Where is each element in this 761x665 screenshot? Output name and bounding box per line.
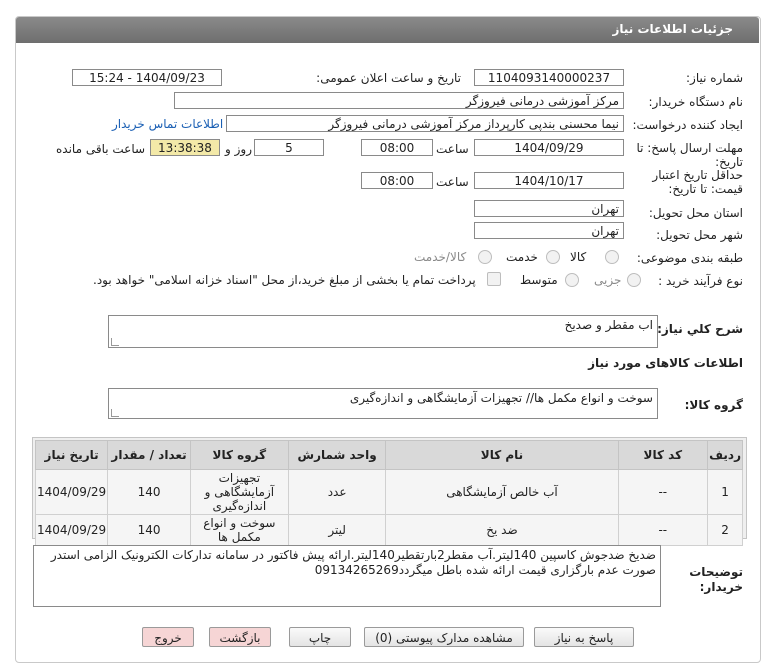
deadline-label-line1: مهلت ارسال پاسخ: تا [636, 141, 743, 155]
category-radio-goods[interactable] [605, 250, 619, 264]
view-attachments-button[interactable]: مشاهده مدارک پیوستی (0) [364, 627, 524, 647]
validity-time-label: ساعت [436, 175, 469, 189]
city-label: شهر محل تحویل: [656, 228, 743, 242]
cell-need-date: 1404/09/29 [34, 469, 109, 515]
cell-row-number: 1 [707, 469, 743, 515]
cell-item-code: -- [617, 514, 709, 546]
cell-quantity: 140 [107, 469, 191, 515]
col-header-group: گروه کالا [189, 440, 289, 470]
cell-row-number: 2 [707, 514, 743, 546]
creator-label: ایجاد کننده درخواست: [632, 118, 743, 132]
need-number-field: 1104093140000237 [474, 69, 624, 86]
cell-unit: عدد [287, 469, 387, 515]
summary-label: شرح کلي نياز: [657, 322, 743, 336]
city-field: تهران [474, 222, 624, 239]
treasury-payment-checkbox[interactable] [487, 272, 501, 286]
table-row[interactable]: 2 -- ضد یخ لیتر سوخت و انواع مکمل ها 140… [34, 514, 743, 546]
goods-group-text: سوخت و انواع مکمل ها// تجهیزات آزمایشگاه… [349, 391, 653, 405]
buyer-org-label: نام دستگاه خریدار: [648, 95, 744, 109]
buyer-org-field: مرکز آموزشی درمانی فیروزگر [174, 92, 624, 109]
category-option-goods: کالا [570, 250, 587, 264]
print-button[interactable]: چاپ [289, 627, 351, 647]
announce-label: تاریخ و ساعت اعلان عمومی: [316, 71, 461, 85]
cell-group: سوخت و انواع مکمل ها [189, 514, 289, 546]
category-option-goods-service: کالا/خدمت [414, 250, 467, 264]
process-radio-minor[interactable] [627, 273, 641, 287]
resize-handle-icon[interactable] [111, 338, 119, 346]
notes-label-line1: توضیحات [689, 565, 743, 579]
goods-section-title: اطلاعات کالاهای مورد نیاز [588, 356, 743, 370]
process-option-minor: جزیی [594, 273, 622, 287]
deadline-label-line2: تاریخ: [715, 155, 743, 169]
col-header-item-code: کد کالا [617, 440, 709, 470]
validity-label-line2: قیمت: تا تاریخ: [668, 182, 743, 196]
need-number-label: شماره نیاز: [686, 71, 743, 85]
col-header-quantity: تعداد / مقدار [107, 440, 191, 470]
respond-button[interactable]: پاسخ به نیاز [534, 627, 634, 647]
category-option-service: خدمت [506, 250, 538, 264]
province-label: استان محل تحویل: [648, 206, 743, 220]
category-label: طبقه بندی موضوعی: [636, 251, 743, 265]
days-remaining-field: 5 [254, 139, 324, 156]
validity-time-field: 08:00 [361, 172, 433, 189]
category-radio-service[interactable] [546, 250, 560, 264]
cell-group: تجهیزات آزمایشگاهی و اندازه‌گیری [189, 469, 289, 515]
process-option-medium: متوسط [520, 273, 558, 287]
cell-unit: لیتر [287, 514, 387, 546]
notes-field: ضدیخ ضدجوش کاسپین 140لیتر.آب مقطر2بارتقط… [33, 545, 661, 607]
validity-date-field: 1404/10/17 [474, 172, 624, 189]
cell-item-code: -- [617, 469, 709, 515]
remaining-time-field: 13:38:38 [150, 139, 220, 156]
goods-group-field: سوخت و انواع مکمل ها// تجهیزات آزمایشگاه… [108, 388, 658, 419]
days-label: روز و [225, 142, 252, 156]
process-radio-medium[interactable] [565, 273, 579, 287]
remaining-time-label: ساعت باقی مانده [56, 142, 146, 156]
announce-datetime-field: 1404/09/23 - 15:24 [72, 69, 222, 86]
cell-quantity: 140 [107, 514, 191, 546]
notes-text: ضدیخ ضدجوش کاسپین 140لیتر.آب مقطر2بارتقط… [50, 548, 656, 577]
panel-header: جزئیات اطلاعات نیاز [16, 17, 759, 43]
deadline-date-field: 1404/09/29 [474, 139, 624, 156]
buyer-contact-link[interactable]: اطلاعات تماس خریدار [112, 117, 223, 131]
col-header-row-number: ردیف [707, 440, 743, 470]
col-header-unit: واحد شمارش [287, 440, 387, 470]
goods-group-label: گروه کالا: [684, 398, 743, 412]
cell-need-date: 1404/09/29 [34, 514, 109, 546]
table-header-row: ردیف کد کالا نام کالا واحد شمارش گروه کا… [34, 440, 743, 470]
notes-label-line2: خریدار: [699, 580, 743, 594]
goods-table: ردیف کد کالا نام کالا واحد شمارش گروه کا… [34, 440, 743, 546]
validity-label-line1: حداقل تاریخ اعتبار [652, 168, 743, 182]
summary-text: اب مقطر و صدیخ [564, 318, 653, 332]
category-radio-goods-service[interactable] [478, 250, 492, 264]
resize-handle-icon[interactable] [111, 409, 119, 417]
col-header-item-name: نام کالا [385, 440, 619, 470]
summary-field: اب مقطر و صدیخ [108, 315, 658, 348]
back-button[interactable]: بازگشت [209, 627, 271, 647]
treasury-payment-note: پرداخت تمام یا بخشی از مبلغ خرید،از محل … [93, 273, 476, 287]
cell-item-name: ضد یخ [385, 514, 619, 546]
exit-button[interactable]: خروج [142, 627, 194, 647]
cell-item-name: آب خالص آزمایشگاهی [385, 469, 619, 515]
creator-field: نیما محسنی بندپی کارپرداز مرکز آموزشی در… [226, 115, 624, 132]
province-field: تهران [474, 200, 624, 217]
table-row[interactable]: 1 -- آب خالص آزمایشگاهی عدد تجهیزات آزما… [34, 469, 743, 515]
deadline-time-field: 08:00 [361, 139, 433, 156]
process-label: نوع فرآیند خرید : [658, 274, 743, 288]
col-header-need-date: تاریخ نیاز [34, 440, 109, 470]
deadline-time-label: ساعت [436, 142, 469, 156]
panel-title: جزئیات اطلاعات نیاز [612, 22, 733, 36]
